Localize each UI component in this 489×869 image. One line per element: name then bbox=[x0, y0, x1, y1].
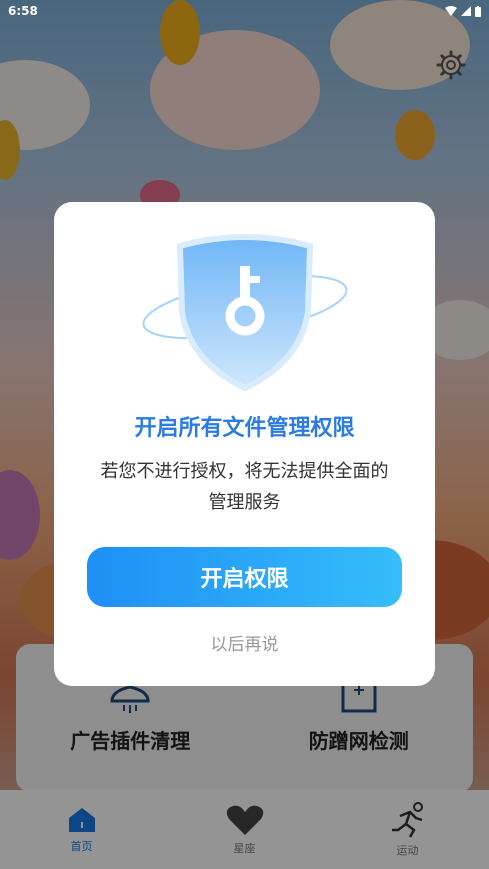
shield-key-icon bbox=[142, 234, 348, 392]
dialog-message: 若您不进行授权，将无法提供全面的管理服务 bbox=[100, 461, 389, 513]
enable-permission-button[interactable]: 开启权限 bbox=[87, 547, 402, 607]
status-bar: 6:58 bbox=[0, 0, 489, 22]
later-link[interactable]: 以后再说 bbox=[54, 630, 435, 655]
wifi-icon bbox=[445, 6, 457, 16]
clock: 6:58 bbox=[8, 4, 38, 18]
battery-icon bbox=[475, 5, 481, 17]
settings-gear-icon[interactable] bbox=[436, 50, 466, 80]
permission-dialog: 开启所有文件管理权限 若您不进行授权，将无法提供全面的管理服务 开启权限 以后再… bbox=[54, 202, 435, 686]
dialog-title: 开启所有文件管理权限 bbox=[134, 416, 355, 441]
status-icons bbox=[445, 5, 481, 17]
signal-icon bbox=[461, 6, 471, 16]
